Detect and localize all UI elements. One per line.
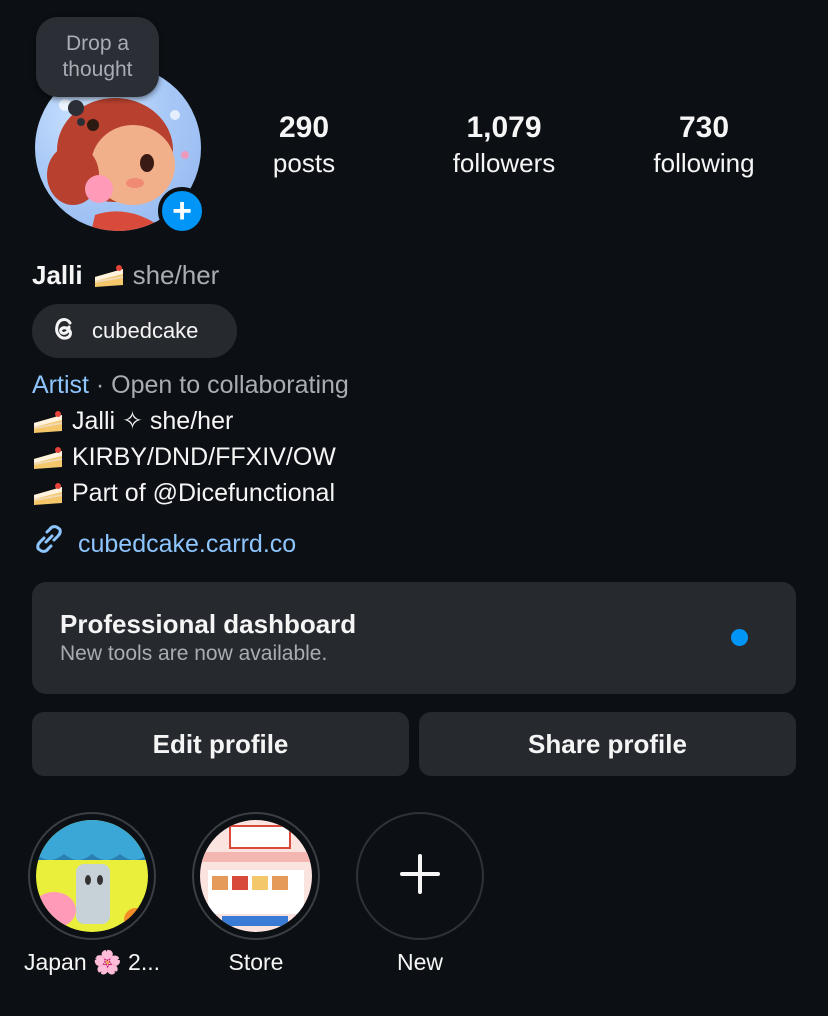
posts-count: 290 bbox=[278, 111, 330, 144]
bio-text: KIRBY/DND/FFXIV/OW bbox=[72, 443, 336, 471]
professional-dashboard[interactable]: Professional dashboard New tools are now… bbox=[32, 582, 796, 694]
plus-icon bbox=[398, 852, 442, 901]
share-profile-button[interactable]: Share profile bbox=[419, 712, 796, 776]
threads-handle: cubedcake bbox=[92, 318, 199, 343]
highlight-store[interactable]: Store bbox=[192, 812, 320, 976]
followers-count: 1,079 bbox=[466, 111, 542, 144]
edit-profile-button[interactable]: Edit profile bbox=[32, 712, 409, 776]
category-label[interactable]: Artist bbox=[32, 371, 89, 399]
highlight-label: Japan 🌸 2... bbox=[23, 949, 161, 975]
dashboard-subtitle: New tools are now available. bbox=[60, 642, 328, 665]
cake-icon bbox=[93, 263, 123, 287]
highlight-cover bbox=[36, 820, 148, 932]
category-suffix: · Open to collaborating bbox=[88, 371, 349, 399]
pronouns: she/her bbox=[132, 260, 220, 290]
bio-text: Jalli ✧ she/her bbox=[72, 407, 234, 435]
highlight-label: Store bbox=[228, 949, 284, 975]
followers-stat[interactable]: 1,079 followers bbox=[414, 110, 594, 180]
dashboard-title: Professional dashboard bbox=[60, 609, 357, 639]
display-name: Jalli bbox=[32, 260, 83, 290]
threads-icon bbox=[50, 314, 78, 348]
threads-badge[interactable]: cubedcake bbox=[32, 304, 237, 358]
posts-label: posts bbox=[272, 148, 336, 178]
new-highlight-ring bbox=[356, 812, 484, 940]
note-text: Drop a thought bbox=[62, 32, 133, 81]
link-text: cubedcake.carrd.co bbox=[78, 530, 297, 558]
name-line: Jalli she/her bbox=[32, 258, 219, 292]
notification-dot bbox=[731, 629, 748, 646]
highlight-cover bbox=[200, 820, 312, 932]
posts-stat[interactable]: 290 posts bbox=[214, 110, 394, 180]
bio-line: KIRBY/DND/FFXIV/OW bbox=[32, 440, 336, 474]
following-label: following bbox=[653, 148, 755, 178]
link-icon bbox=[32, 522, 66, 566]
cake-icon bbox=[32, 409, 62, 433]
profile-page: + Drop a thought 290 posts 1,079 followe… bbox=[0, 0, 828, 1016]
bio-line: Part of @Dicefunctional bbox=[32, 476, 335, 510]
note-bubble[interactable]: Drop a thought bbox=[36, 17, 159, 97]
cake-icon bbox=[32, 481, 62, 505]
add-story-plus-icon[interactable]: + bbox=[158, 187, 206, 235]
bio-line: Jalli ✧ she/her bbox=[32, 404, 233, 438]
highlight-ring bbox=[192, 812, 320, 940]
profile-link[interactable]: cubedcake.carrd.co bbox=[32, 522, 296, 566]
bio-text: Part of @Dicefunctional bbox=[72, 479, 336, 507]
highlight-new[interactable]: New bbox=[356, 812, 484, 976]
highlight-ring bbox=[28, 812, 156, 940]
note-tail-dot-small bbox=[77, 118, 85, 126]
cake-icon bbox=[32, 445, 62, 469]
followers-label: followers bbox=[452, 148, 556, 178]
following-count: 730 bbox=[678, 111, 730, 144]
category-line: Artist · Open to collaborating bbox=[32, 368, 349, 402]
following-stat[interactable]: 730 following bbox=[614, 110, 794, 180]
highlight-japan[interactable]: Japan 🌸 2... bbox=[24, 812, 160, 976]
note-tail-dot bbox=[68, 100, 84, 116]
highlight-label: New bbox=[396, 949, 443, 975]
